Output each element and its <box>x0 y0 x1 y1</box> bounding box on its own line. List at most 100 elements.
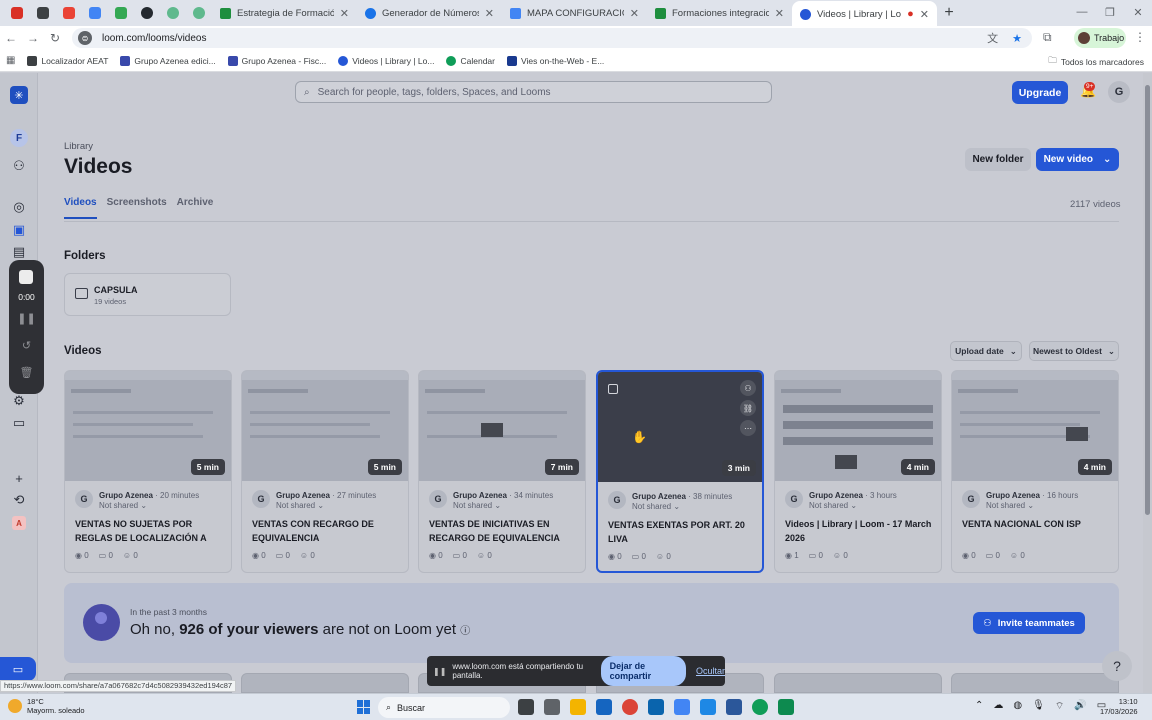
video-card-hovered[interactable]: ⚇ ⛓ ⋯ ✋ 3 min G Grupo Azenea · 38 minute… <box>596 370 764 573</box>
breadcrumb[interactable]: Library <box>64 141 93 152</box>
tab-archive[interactable]: Archive <box>177 197 214 219</box>
bookmark-star-icon[interactable]: ★ <box>1012 32 1022 45</box>
mic-icon[interactable]: 🎙 <box>1032 700 1045 713</box>
delete-icon[interactable]: 🗑 <box>9 366 44 379</box>
app-icon[interactable] <box>700 699 716 715</box>
add-user-icon[interactable]: ⚇ <box>10 157 28 175</box>
app-icon[interactable] <box>596 699 612 715</box>
calendar-app-icon[interactable] <box>674 699 690 715</box>
video-card[interactable]: 4 min G Grupo Azenea · 3 hours Not share… <box>774 370 942 573</box>
bookmark-item[interactable]: Grupo Azenea edici... <box>120 55 216 66</box>
task-view-icon[interactable] <box>518 699 534 715</box>
media-icon[interactable]: ▭ <box>10 414 28 432</box>
new-tab-button[interactable]: + <box>937 4 961 22</box>
app-icon[interactable] <box>778 699 794 715</box>
camera-bubble-button[interactable]: ▭ <box>0 657 36 681</box>
browser-tab-active[interactable]: Videos | Library | Loom ● ✕ <box>792 1 937 27</box>
page-scrollbar[interactable] <box>1143 73 1152 693</box>
stop-recording-button[interactable] <box>19 270 33 284</box>
close-window-icon[interactable]: ✕ <box>1124 0 1152 24</box>
start-button[interactable] <box>357 700 371 714</box>
pinned-tab-app2-icon[interactable] <box>186 2 212 24</box>
back-icon[interactable]: ← <box>0 31 22 45</box>
folder-card[interactable]: CAPSULA 19 videos <box>64 273 231 316</box>
bookmark-item[interactable]: Calendar <box>446 55 495 66</box>
search-input[interactable]: ⌕ Search for people, tags, folders, Spac… <box>295 81 772 103</box>
hide-link[interactable]: Ocultar <box>696 666 725 676</box>
library-icon[interactable]: ▣ <box>10 221 28 239</box>
user-avatar[interactable]: G <box>1108 81 1130 103</box>
apps-grid-icon[interactable]: ▦ <box>6 55 15 66</box>
onedrive-icon[interactable]: ☁ <box>993 700 1003 713</box>
site-info-icon[interactable]: ⊜ <box>78 31 92 45</box>
share-status[interactable]: Not shared ⌄ <box>99 501 147 510</box>
browser-tab[interactable]: Generador de Números de DNI ✕ <box>357 1 502 25</box>
profile-icon[interactable]: ◎ <box>10 198 28 216</box>
more-icon[interactable]: ⋯ <box>740 420 756 436</box>
video-card[interactable]: 5 min G Grupo Azenea · 27 minutes Not sh… <box>241 370 409 573</box>
pinned-tab-gmail-icon[interactable] <box>56 2 82 24</box>
select-checkbox[interactable] <box>608 384 618 394</box>
sort-field-dropdown[interactable]: Upload date ⌄ <box>950 341 1022 361</box>
clock[interactable]: 13:10 17/03/2026 <box>1100 697 1138 717</box>
sort-order-dropdown[interactable]: Newest to Oldest ⌄ <box>1029 341 1119 361</box>
workspace-avatar[interactable]: F <box>10 129 28 147</box>
weather-widget[interactable]: 18°C Mayorm. soleado <box>8 697 85 715</box>
all-bookmarks[interactable]: 🗀 Todos los marcadores <box>1048 55 1144 69</box>
file-explorer-icon[interactable] <box>570 699 586 715</box>
add-icon[interactable]: + <box>10 469 28 487</box>
chrome-icon[interactable] <box>622 699 638 715</box>
video-title[interactable]: VENTAS CON RECARGO DE EQUIVALENCIA <box>252 517 404 545</box>
pinned-tab-calendar-icon[interactable] <box>82 2 108 24</box>
add-person-icon[interactable]: ⚇ <box>740 380 756 396</box>
tab-videos[interactable]: Videos <box>64 197 97 219</box>
video-title[interactable]: Videos | Library | Loom - 17 March 2026 <box>785 517 937 545</box>
bookmark-item[interactable]: Grupo Azenea - Fisc... <box>227 55 326 66</box>
video-card[interactable]: 5 min G Grupo Azenea · 20 minutes Not sh… <box>64 370 232 573</box>
video-thumbnail[interactable]: ⚇ ⛓ ⋯ ✋ 3 min <box>598 372 762 482</box>
video-thumbnail[interactable]: 5 min <box>242 371 408 481</box>
stop-sharing-button[interactable]: Dejar de compartir <box>600 656 686 686</box>
video-title[interactable]: VENTAS NO SUJETAS POR REGLAS DE LOCALIZA… <box>75 517 227 545</box>
link-icon[interactable]: ⛓ <box>740 400 756 416</box>
new-folder-button[interactable]: New folder <box>965 148 1031 171</box>
close-icon[interactable]: ✕ <box>630 7 639 20</box>
bookmark-item[interactable]: Localizador AEAT <box>27 55 108 66</box>
new-video-button[interactable]: New video ⌄ <box>1036 148 1119 171</box>
url-bar[interactable]: ⊜ loom.com/looms/videos 文 ★ <box>72 28 1032 48</box>
calculator-icon[interactable] <box>544 699 560 715</box>
chrome-icon[interactable] <box>752 699 768 715</box>
pinned-tab-b-icon[interactable] <box>30 2 56 24</box>
translate-icon[interactable]: 文 <box>987 30 998 46</box>
loom-logo-icon[interactable]: ✳ <box>10 86 28 104</box>
video-title[interactable]: VENTA NACIONAL CON ISP <box>962 517 1114 545</box>
close-icon[interactable]: ✕ <box>340 7 349 20</box>
volume-icon[interactable]: 🔊 <box>1074 700 1086 713</box>
pinned-tab-github-icon[interactable] <box>134 2 160 24</box>
integrations-icon[interactable]: ⟲ <box>10 491 28 509</box>
close-icon[interactable]: ✕ <box>920 8 929 21</box>
share-status[interactable]: Not shared ⌄ <box>453 501 501 510</box>
video-card[interactable]: 4 min G Grupo Azenea · 16 hours Not shar… <box>951 370 1119 573</box>
drag-handle-icon[interactable]: ❚❚ <box>433 667 446 676</box>
profile-chip[interactable]: Trabajo <box>1074 28 1126 48</box>
pinned-tab-app-icon[interactable] <box>160 2 186 24</box>
video-thumbnail[interactable]: 7 min <box>419 371 585 481</box>
video-thumbnail[interactable]: 4 min <box>952 371 1118 481</box>
pause-icon[interactable]: ❚❚ <box>9 312 44 325</box>
wifi-icon[interactable]: ⌔ <box>1055 700 1064 713</box>
tab-screenshots[interactable]: Screenshots <box>107 197 167 219</box>
settings-icon[interactable]: ⚙ <box>10 392 28 410</box>
app-badge-icon[interactable]: A <box>12 516 26 530</box>
pinned-tab-drive-icon[interactable] <box>108 2 134 24</box>
browser-tab[interactable]: MAPA CONFIGURACION EXCEL ✕ <box>502 1 647 25</box>
close-icon[interactable]: ✕ <box>775 7 784 20</box>
video-title[interactable]: VENTAS DE INICIATIVAS EN RECARGO DE EQUI… <box>429 517 581 545</box>
pinned-tab-pdf-icon[interactable] <box>4 2 30 24</box>
calendar-icon[interactable]: ▤ <box>10 243 28 261</box>
taskbar-search[interactable]: ⌕ Buscar <box>378 697 510 718</box>
forward-icon[interactable]: → <box>22 31 44 45</box>
invite-teammates-button[interactable]: ⚇ Invite teammates <box>973 612 1085 634</box>
help-button[interactable]: ? <box>1102 651 1132 681</box>
bookmark-item[interactable]: Videos | Library | Lo... <box>338 55 434 66</box>
